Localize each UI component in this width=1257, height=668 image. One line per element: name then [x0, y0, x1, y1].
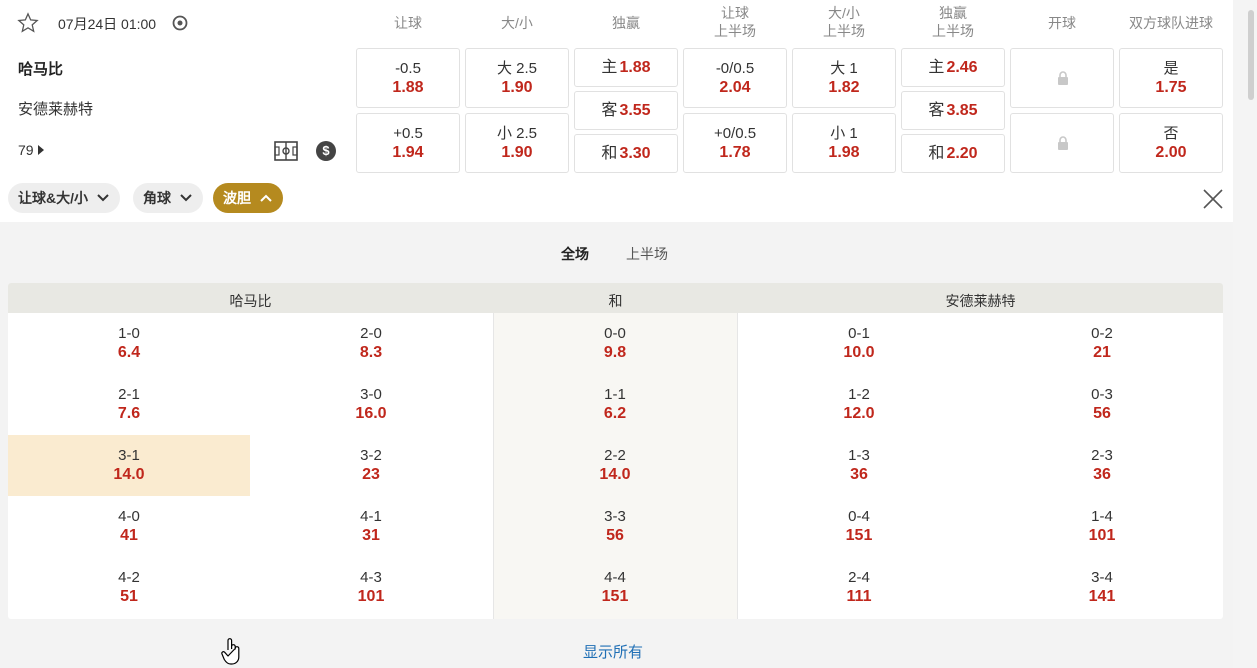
score-cell-away[interactable]: 2-4 111 [738, 557, 980, 618]
show-all-link[interactable]: 显示所有 [583, 641, 643, 662]
col-header-ht-handicap: 让球 上半场 [714, 5, 756, 39]
pitch-icon[interactable] [274, 141, 298, 161]
live-clock-icon [172, 15, 188, 31]
chevron-down-icon [97, 194, 109, 202]
odds-handicap-home[interactable]: -0.5 1.88 [356, 48, 460, 108]
score-cell-home[interactable]: 2-0 8.3 [250, 313, 492, 374]
header-away: 安德莱赫特 [945, 293, 1016, 309]
score-cell-home[interactable]: 2-1 7.6 [8, 374, 250, 435]
odds-ht-moneyline-away[interactable]: 客 3.85 [901, 91, 1005, 130]
score-cell-home[interactable]: 4-1 31 [250, 496, 492, 557]
score-cell-home[interactable]: 4-3 101 [250, 557, 492, 618]
score-cell-away[interactable]: 0-1 10.0 [738, 313, 980, 374]
home-team-name: 哈马比 [18, 61, 64, 78]
score-cell-home[interactable]: 3-0 16.0 [250, 374, 492, 435]
score-cell-away[interactable]: 0-3 56 [981, 374, 1223, 435]
col-header-handicap: 让球 [394, 15, 422, 31]
odds-under[interactable]: 小 2.5 1.90 [465, 113, 569, 173]
odds-over[interactable]: 大 2.5 1.90 [465, 48, 569, 108]
star-icon[interactable] [17, 12, 39, 34]
filter-correct-score[interactable]: 波胆 [213, 183, 283, 213]
odds-ht-over[interactable]: 大 1 1.82 [792, 48, 896, 108]
score-cell-away[interactable]: 0-2 21 [981, 313, 1223, 374]
filter-corners[interactable]: 角球 [133, 183, 203, 213]
score-cell-away[interactable]: 1-3 36 [738, 435, 980, 496]
correct-score-panel: 全场 上半场 哈马比 和 安德莱赫特 1-0 6.4 2-0 8.3 2-1 7.6 … [0, 222, 1233, 668]
match-datetime: 07月24日 01:00 [58, 16, 157, 32]
scrollbar[interactable] [1233, 0, 1257, 668]
more-markets-count: 79 [18, 142, 34, 158]
lock-icon [1058, 71, 1068, 85]
away-team-name: 安德莱赫特 [18, 101, 94, 118]
odds-ht-moneyline-home[interactable]: 主 2.46 [901, 48, 1005, 87]
tab-first-half[interactable]: 上半场 [626, 244, 668, 264]
chevron-up-icon [260, 194, 272, 202]
match-header: 07月24日 01:00 哈马比 安德莱赫特 79 $ 让球 大/小 独赢 让球… [0, 0, 1233, 222]
odds-ht-under[interactable]: 小 1 1.98 [792, 113, 896, 173]
score-cell-draw[interactable]: 3-3 56 [494, 496, 736, 557]
odds-kickoff-home-locked [1010, 48, 1114, 108]
odds-moneyline-home[interactable]: 主 1.88 [574, 48, 678, 87]
cashout-icon[interactable]: $ [316, 141, 336, 161]
score-cell-home[interactable]: 4-0 41 [8, 496, 250, 557]
score-cell-away[interactable]: 2-3 36 [981, 435, 1223, 496]
odds-btts-no[interactable]: 否 2.00 [1119, 113, 1223, 173]
filter-handicap-over-under[interactable]: 让球&大/小 [8, 183, 120, 213]
col-header-moneyline: 独赢 [612, 15, 640, 31]
score-cell-draw[interactable]: 0-0 9.8 [494, 313, 736, 374]
caret-right-icon [37, 145, 44, 155]
score-cell-draw[interactable]: 2-2 14.0 [494, 435, 736, 496]
odds-moneyline-away[interactable]: 客 3.55 [574, 91, 678, 130]
score-cell-home[interactable]: 1-0 6.4 [8, 313, 250, 374]
hand-pointer-icon [221, 638, 240, 665]
score-cell-home[interactable]: 3-2 23 [250, 435, 492, 496]
score-cell-draw[interactable]: 1-1 6.2 [494, 374, 736, 435]
odds-ht-handicap-home[interactable]: -0/0.5 2.04 [683, 48, 787, 108]
col-header-btts: 双方球队进球 [1129, 15, 1213, 31]
col-header-ht-over-under: 大/小 上半场 [823, 5, 865, 39]
score-cell-away[interactable]: 0-4 151 [738, 496, 980, 557]
header-draw: 和 [608, 293, 623, 309]
score-cell-away[interactable]: 3-4 141 [981, 557, 1223, 618]
table-header: 哈马比 和 安德莱赫特 [8, 283, 1223, 313]
odds-ht-moneyline-draw[interactable]: 和 2.20 [901, 134, 1005, 173]
odds-ht-handicap-away[interactable]: +0/0.5 1.78 [683, 113, 787, 173]
match-odds-page: 07月24日 01:00 哈马比 安德莱赫特 79 $ 让球 大/小 独赢 让球… [0, 0, 1257, 668]
score-cell-draw[interactable]: 4-4 151 [494, 557, 736, 618]
close-icon[interactable] [1201, 187, 1225, 211]
odds-handicap-away[interactable]: +0.5 1.94 [356, 113, 460, 173]
score-cell-home[interactable]: 4-2 51 [8, 557, 250, 618]
tab-full-time[interactable]: 全场 [561, 244, 589, 264]
odds-kickoff-away-locked [1010, 113, 1114, 173]
more-markets-link[interactable]: 79 [18, 142, 44, 158]
header-home: 哈马比 [229, 293, 272, 309]
score-cell-away[interactable]: 1-4 101 [981, 496, 1223, 557]
odds-btts-yes[interactable]: 是 1.75 [1119, 48, 1223, 108]
chevron-down-icon [180, 194, 192, 202]
scrollbar-thumb[interactable] [1248, 10, 1254, 100]
score-cell-home-highlighted[interactable]: 3-1 14.0 [8, 435, 250, 496]
col-header-ht-moneyline: 独赢 上半场 [932, 5, 974, 39]
correct-score-table: 哈马比 和 安德莱赫特 1-0 6.4 2-0 8.3 2-1 7.6 3-0 16.0… [8, 283, 1223, 619]
col-header-kickoff: 开球 [1048, 15, 1076, 31]
lock-icon [1058, 136, 1068, 150]
odds-moneyline-draw[interactable]: 和 3.30 [574, 134, 678, 173]
col-header-over-under: 大/小 [501, 15, 533, 31]
score-cell-away[interactable]: 1-2 12.0 [738, 374, 980, 435]
